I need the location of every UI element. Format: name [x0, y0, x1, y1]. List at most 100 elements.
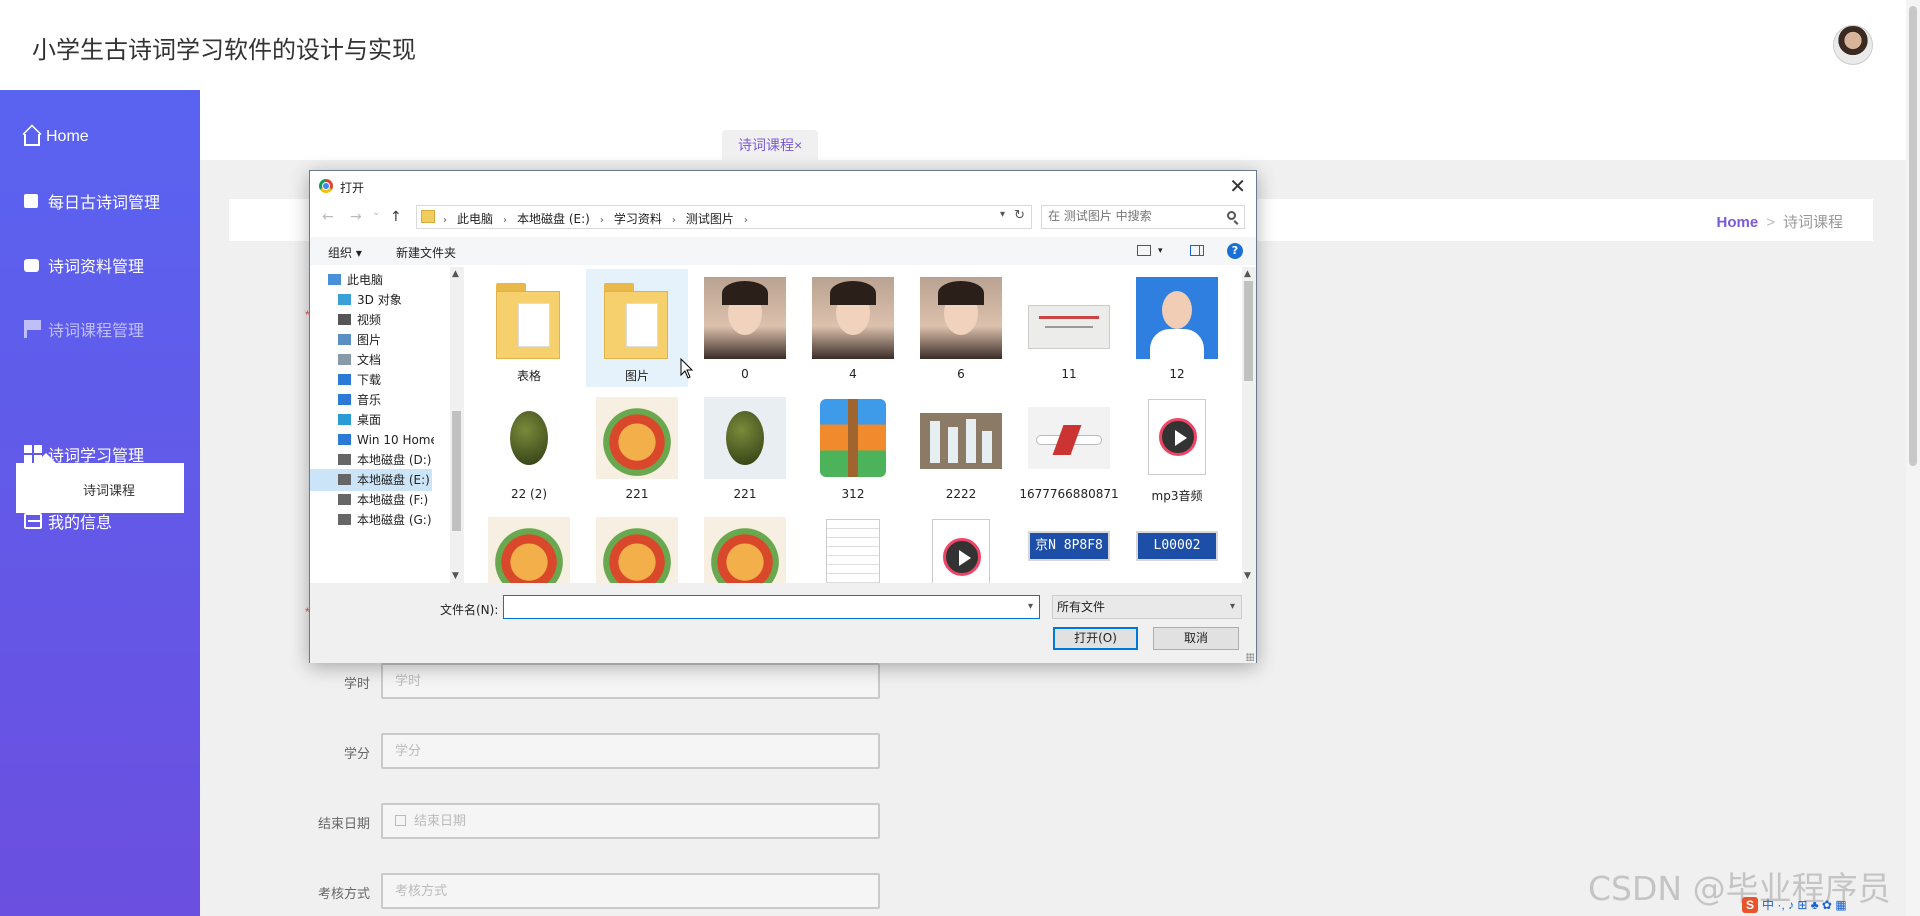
page-scrollbar[interactable]	[1906, 0, 1920, 916]
user-avatar[interactable]	[1833, 25, 1873, 65]
tab-poem-courses[interactable]: 诗词课程×	[722, 130, 819, 160]
document-thumbnail	[812, 517, 894, 583]
sidebar-item-home[interactable]: Home	[24, 123, 89, 151]
filetype-select[interactable]: 所有文件 ▾	[1052, 595, 1242, 619]
view-mode-icon[interactable]	[1137, 245, 1151, 256]
file-name: 221	[625, 487, 649, 501]
file-item[interactable]	[802, 509, 904, 583]
filename-input[interactable]: ▾	[503, 595, 1040, 619]
file-item[interactable]: 12	[1126, 269, 1228, 387]
file-item[interactable]: 1677766880871	[1018, 389, 1120, 507]
breadcrumb-home[interactable]: Home	[1717, 214, 1759, 231]
form-label: 考核方式	[317, 886, 370, 901]
chevron-down-icon: ▾	[1229, 601, 1235, 612]
sidebar-item-poem-study[interactable]: 诗词学习管理	[24, 440, 144, 468]
scroll-down-icon[interactable]: ▼	[1244, 571, 1251, 581]
file-item[interactable]: L00002	[1126, 509, 1228, 583]
tree-item[interactable]: 此电脑	[310, 269, 432, 291]
tree-item[interactable]: 本地磁盘 (F:)	[310, 489, 432, 511]
file-item[interactable]: 221	[586, 389, 688, 507]
organize-button[interactable]: 组织 ▾	[328, 244, 362, 261]
file-item[interactable]	[694, 509, 796, 583]
file-name: 图片	[624, 369, 649, 383]
tree-item[interactable]: 本地磁盘 (G:)	[310, 509, 432, 531]
scroll-down-icon[interactable]: ▼	[452, 571, 459, 581]
chevron-down-icon[interactable]: ▾	[1028, 601, 1033, 612]
file-item[interactable]: 22 (2)	[478, 389, 580, 507]
cancel-button[interactable]: 取消	[1153, 627, 1239, 650]
files-scrollbar[interactable]: ▲ ▼	[1242, 267, 1256, 583]
file-name: 表格	[516, 369, 541, 383]
path-segment[interactable]: 测试图片	[686, 212, 734, 226]
file-item[interactable]	[478, 509, 580, 583]
sidebar-item-daily-poems[interactable]: 每日古诗词管理	[24, 187, 160, 215]
help-icon[interactable]: ?	[1227, 243, 1243, 259]
search-icon[interactable]	[1227, 211, 1236, 220]
search-box[interactable]	[1041, 205, 1245, 229]
file-item[interactable]: 221	[694, 389, 796, 507]
folder-item[interactable]: 图片	[586, 269, 688, 387]
path-segment[interactable]: 本地磁盘 (E:)	[517, 212, 590, 226]
path-segment[interactable]: 此电脑	[457, 212, 493, 226]
file-item[interactable]: 0	[694, 269, 796, 387]
address-bar[interactable]: › 此电脑 › 本地磁盘 (E:) › 学习资料 › 测试图片 › ▾ ↻	[416, 205, 1032, 229]
tree-item[interactable]: 下载	[310, 369, 432, 391]
up-arrow-icon[interactable]: ↑	[390, 209, 402, 225]
tree-scrollbar[interactable]: ▲ ▼	[450, 267, 464, 583]
file-item[interactable]: 京N 8P8F8	[1018, 509, 1120, 583]
file-item[interactable]	[910, 509, 1012, 583]
chevron-down-icon[interactable]: ▾	[1158, 246, 1163, 256]
hours-input[interactable]: 学时	[381, 663, 880, 699]
assessment-input[interactable]: 考核方式	[381, 873, 880, 909]
photo-food-thumbnail	[704, 517, 786, 583]
dialog-titlebar[interactable]: 打开 ✕	[310, 171, 1256, 201]
submenu-poem-courses[interactable]: 诗词课程	[16, 453, 184, 513]
sidebar-item-my-info[interactable]: 我的信息	[24, 507, 112, 535]
path-segment[interactable]: 学习资料	[614, 212, 662, 226]
chevron-down-icon[interactable]: ▾	[1000, 209, 1005, 220]
forward-arrow-icon[interactable]: →	[350, 209, 362, 225]
sidebar-item-poem-materials[interactable]: 诗词资料管理	[24, 251, 144, 279]
refresh-icon[interactable]: ↻	[1014, 208, 1025, 223]
scrollbar-thumb[interactable]	[452, 411, 461, 531]
scroll-up-icon[interactable]: ▲	[452, 269, 459, 279]
tree-item[interactable]: 视频	[310, 309, 432, 331]
preview-pane-icon[interactable]	[1190, 245, 1204, 256]
tree-item[interactable]: Win 10 Home x	[310, 429, 434, 451]
tree-item[interactable]: 本地磁盘 (D:)	[310, 449, 432, 471]
scrollbar-thumb[interactable]	[1244, 281, 1253, 381]
file-item[interactable]	[586, 509, 688, 583]
tree-item[interactable]: 桌面	[310, 409, 432, 431]
file-item[interactable]: 2222	[910, 389, 1012, 507]
file-name: 12	[1169, 367, 1185, 381]
breadcrumb-separator: >	[1766, 214, 1775, 231]
search-input[interactable]	[1048, 209, 1208, 223]
tree-item[interactable]: 音乐	[310, 389, 432, 411]
open-button[interactable]: 打开(O)	[1053, 627, 1138, 650]
resize-grip-icon[interactable]	[1246, 653, 1254, 661]
file-item[interactable]: 312	[802, 389, 904, 507]
ime-toolbar[interactable]: S 中 ·, ♪ ⊞ ♣ ✿ ▦	[1742, 896, 1906, 916]
file-item[interactable]: mp3音频	[1126, 389, 1228, 507]
end-date-input[interactable]: 结束日期	[381, 803, 880, 839]
folder-item[interactable]: 表格	[478, 269, 580, 387]
close-icon[interactable]: ✕	[1229, 174, 1246, 198]
credits-input[interactable]: 学分	[381, 733, 880, 769]
tree-item-label: 本地磁盘 (F:)	[357, 493, 429, 507]
tab-close-icon[interactable]: ×	[794, 137, 802, 153]
tree-item[interactable]: 图片	[310, 329, 432, 351]
file-item[interactable]: 4	[802, 269, 904, 387]
tree-item[interactable]: 文档	[310, 349, 432, 371]
file-item[interactable]: 6	[910, 269, 1012, 387]
sidebar-item-poem-courses[interactable]: 诗词课程管理	[24, 315, 144, 343]
new-folder-button[interactable]: 新建文件夹	[396, 244, 456, 261]
sidebar-item-label: 我的信息	[48, 515, 113, 532]
photo-portrait-thumbnail	[704, 277, 786, 359]
tree-item[interactable]: 3D 对象	[310, 289, 432, 311]
tree-item[interactable]: 本地磁盘 (E:)	[310, 469, 432, 491]
scroll-up-icon[interactable]: ▲	[1244, 269, 1251, 279]
recent-locations-icon[interactable]: ⌄	[372, 207, 380, 218]
back-arrow-icon[interactable]: ←	[322, 209, 334, 225]
file-item[interactable]: 11	[1018, 269, 1120, 387]
scrollbar-thumb[interactable]	[1909, 6, 1917, 466]
